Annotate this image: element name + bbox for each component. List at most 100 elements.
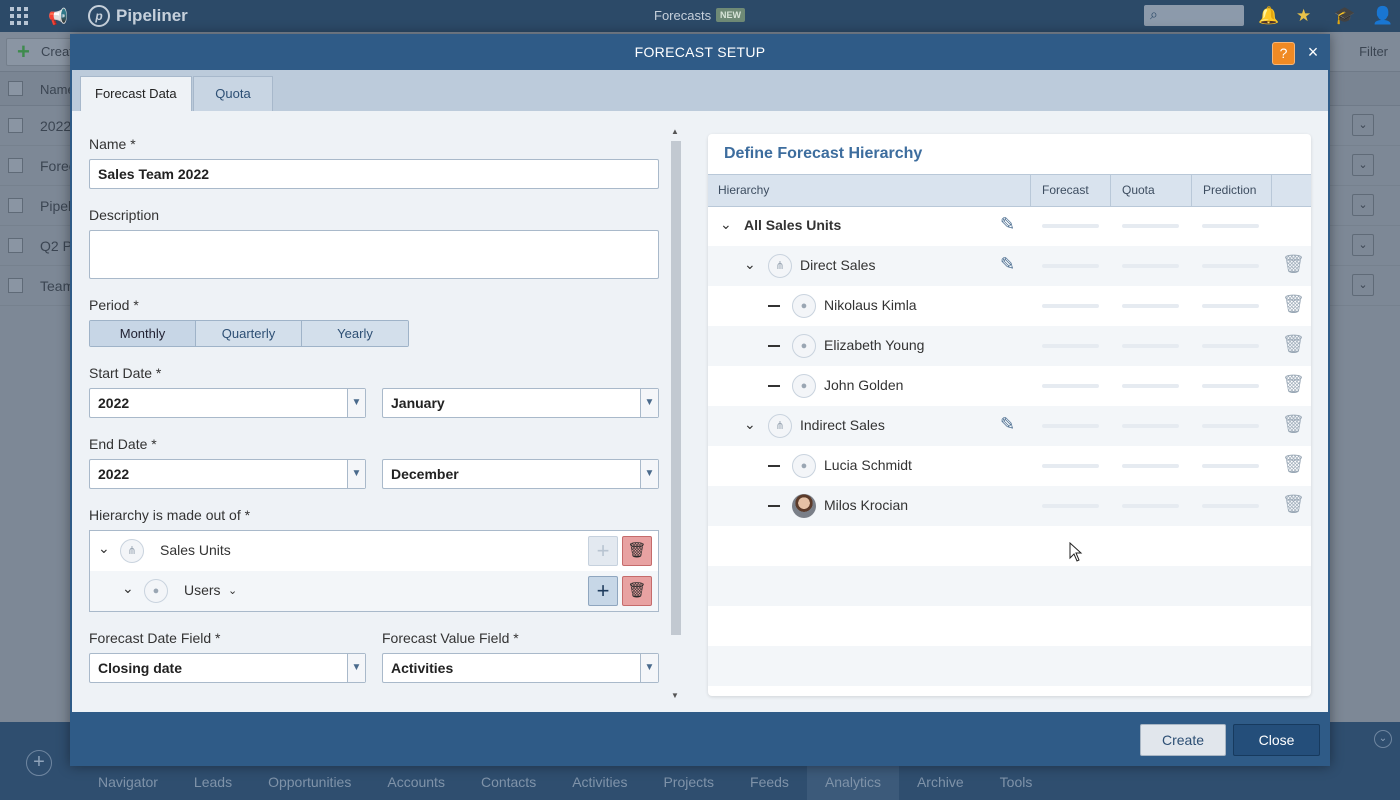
chevron-down-icon[interactable]: ⌄ <box>1352 194 1374 216</box>
trash-icon[interactable]: 🗑 <box>1282 374 1305 395</box>
app-title: Forecasts <box>654 8 712 23</box>
search-icon: ⌕ <box>1150 6 1158 22</box>
scrollbar-thumb[interactable] <box>671 141 681 635</box>
pencil-icon[interactable]: ✎ <box>1000 414 1015 435</box>
nav-tab-archive[interactable]: Archive <box>899 766 982 800</box>
dash-icon <box>768 385 780 387</box>
panel-title: Define Forecast Hierarchy <box>724 145 923 162</box>
period-selector: Monthly Quarterly Yearly <box>89 320 409 347</box>
user-profile-icon[interactable]: 👤 <box>1372 6 1393 26</box>
form-scrollbar[interactable]: ▲ ▼ <box>670 127 682 703</box>
global-search-input[interactable]: ⌕ <box>1144 5 1244 26</box>
chevron-down-icon[interactable]: ⌄ <box>1352 154 1374 176</box>
chevron-down-icon[interactable]: ⌄ <box>1352 274 1374 296</box>
forecast-value-field-select[interactable]: Activities ▼ <box>382 653 659 683</box>
row-checkbox[interactable] <box>8 198 23 213</box>
tab-quota[interactable]: Quota <box>193 76 273 111</box>
chevron-down-circle-icon[interactable]: ⌄ <box>1374 730 1392 748</box>
row-checkbox[interactable] <box>8 278 23 293</box>
create-button[interactable]: Create <box>1140 724 1226 756</box>
chevron-down-icon[interactable]: ⌄ <box>1352 114 1374 136</box>
nav-tab-contacts[interactable]: Contacts <box>463 766 554 800</box>
help-button[interactable]: ? <box>1272 42 1295 65</box>
graduation-cap-icon[interactable]: 🎓 <box>1334 6 1355 26</box>
name-field[interactable]: Sales Team 2022 <box>89 159 659 189</box>
trash-icon[interactable]: 🗑 <box>1282 254 1305 275</box>
chevron-down-icon: ▼ <box>640 654 658 682</box>
org-chart-icon: ⋔ <box>768 254 792 278</box>
nav-tab-activities[interactable]: Activities <box>554 766 645 800</box>
scroll-up-icon[interactable]: ▲ <box>671 127 679 136</box>
row-checkbox[interactable] <box>8 118 23 133</box>
nav-tab-accounts[interactable]: Accounts <box>369 766 463 800</box>
description-field[interactable] <box>89 230 659 279</box>
pencil-icon[interactable]: ✎ <box>1000 254 1015 275</box>
delete-level-button[interactable]: 🗑 <box>622 576 652 606</box>
chevron-down-icon[interactable]: ⌄ <box>744 256 756 273</box>
trash-icon[interactable]: 🗑 <box>1282 334 1305 355</box>
row-label: Milos Krocian <box>824 497 909 513</box>
pipeliner-logo-icon: p <box>88 5 110 27</box>
start-year-value: 2022 <box>98 395 130 411</box>
chevron-down-icon[interactable]: ⌄ <box>1352 234 1374 256</box>
list-item-label: Q2 P <box>40 238 72 254</box>
bell-icon[interactable]: 🔔 <box>1258 6 1279 26</box>
nav-tab-leads[interactable]: Leads <box>176 766 250 800</box>
select-all-checkbox[interactable] <box>8 81 23 96</box>
chevron-down-icon: ▼ <box>640 460 658 488</box>
start-month-select[interactable]: January ▼ <box>382 388 659 418</box>
start-year-select[interactable]: 2022 ▼ <box>89 388 366 418</box>
pencil-icon[interactable]: ✎ <box>1000 214 1015 235</box>
nav-tab-projects[interactable]: Projects <box>645 766 732 800</box>
start-date-label: Start Date * <box>89 365 162 381</box>
row-checkbox[interactable] <box>8 238 23 253</box>
chevron-down-icon[interactable]: ⌄ <box>122 580 134 597</box>
table-row: ● Nikolaus Kimla 🗑 <box>708 286 1311 326</box>
apps-grid-icon[interactable] <box>10 7 28 25</box>
row-label: John Golden <box>824 377 904 393</box>
table-row: ⌄ ⋔ Indirect Sales ✎ 🗑 <box>708 406 1311 446</box>
megaphone-icon[interactable]: 📢 <box>48 7 68 27</box>
row-checkbox[interactable] <box>8 158 23 173</box>
add-circle-icon[interactable]: + <box>26 750 52 776</box>
trash-icon[interactable]: 🗑 <box>1282 414 1305 435</box>
chevron-down-icon[interactable]: ⌄ <box>98 540 110 557</box>
tab-forecast-data[interactable]: Forecast Data <box>80 76 192 111</box>
star-icon[interactable]: ★ <box>1296 6 1311 26</box>
period-yearly[interactable]: Yearly <box>302 321 408 346</box>
scroll-down-icon[interactable]: ▼ <box>671 691 679 700</box>
forecast-value-bar <box>1042 304 1099 308</box>
nav-tab-analytics[interactable]: Analytics <box>806 766 899 800</box>
nav-tab-tools[interactable]: Tools <box>982 766 1051 800</box>
nav-tab-feeds[interactable]: Feeds <box>732 766 807 800</box>
trash-icon[interactable]: 🗑 <box>1282 454 1305 475</box>
dialog-tabs: Forecast Data Quota <box>72 70 1328 111</box>
chevron-down-icon: ▼ <box>347 460 365 488</box>
filter-label: Filter <box>1359 44 1388 59</box>
col-actions <box>1271 175 1311 206</box>
chevron-down-icon[interactable]: ⌄ <box>228 584 237 597</box>
hierarchy-level-label[interactable]: Users <box>184 582 221 598</box>
chevron-down-icon[interactable]: ⌄ <box>720 216 732 233</box>
trash-icon[interactable]: 🗑 <box>1282 294 1305 315</box>
end-month-select[interactable]: December ▼ <box>382 459 659 489</box>
nav-tab-opportunities[interactable]: Opportunities <box>250 766 369 800</box>
add-level-button[interactable]: + <box>588 576 618 606</box>
toolbar-filter-button[interactable]: Filter <box>1359 38 1388 66</box>
forecast-value-bar <box>1042 424 1099 428</box>
dialog-close-icon[interactable]: × <box>1302 41 1324 63</box>
close-button[interactable]: Close <box>1233 724 1320 756</box>
nav-tab-navigator[interactable]: Navigator <box>80 766 176 800</box>
period-quarterly[interactable]: Quarterly <box>196 321 302 346</box>
table-row: ● Lucia Schmidt 🗑 <box>708 446 1311 486</box>
delete-level-button[interactable]: 🗑 <box>622 536 652 566</box>
table-row: Milos Krocian 🗑 <box>708 486 1311 526</box>
end-date-label: End Date * <box>89 436 157 452</box>
period-monthly[interactable]: Monthly <box>90 321 196 346</box>
chevron-down-icon[interactable]: ⌄ <box>744 416 756 433</box>
forecast-date-field-select[interactable]: Closing date ▼ <box>89 653 366 683</box>
add-level-button: + <box>588 536 618 566</box>
trash-icon[interactable]: 🗑 <box>1282 494 1305 515</box>
forecast-value-bar <box>1042 384 1099 388</box>
end-year-select[interactable]: 2022 ▼ <box>89 459 366 489</box>
